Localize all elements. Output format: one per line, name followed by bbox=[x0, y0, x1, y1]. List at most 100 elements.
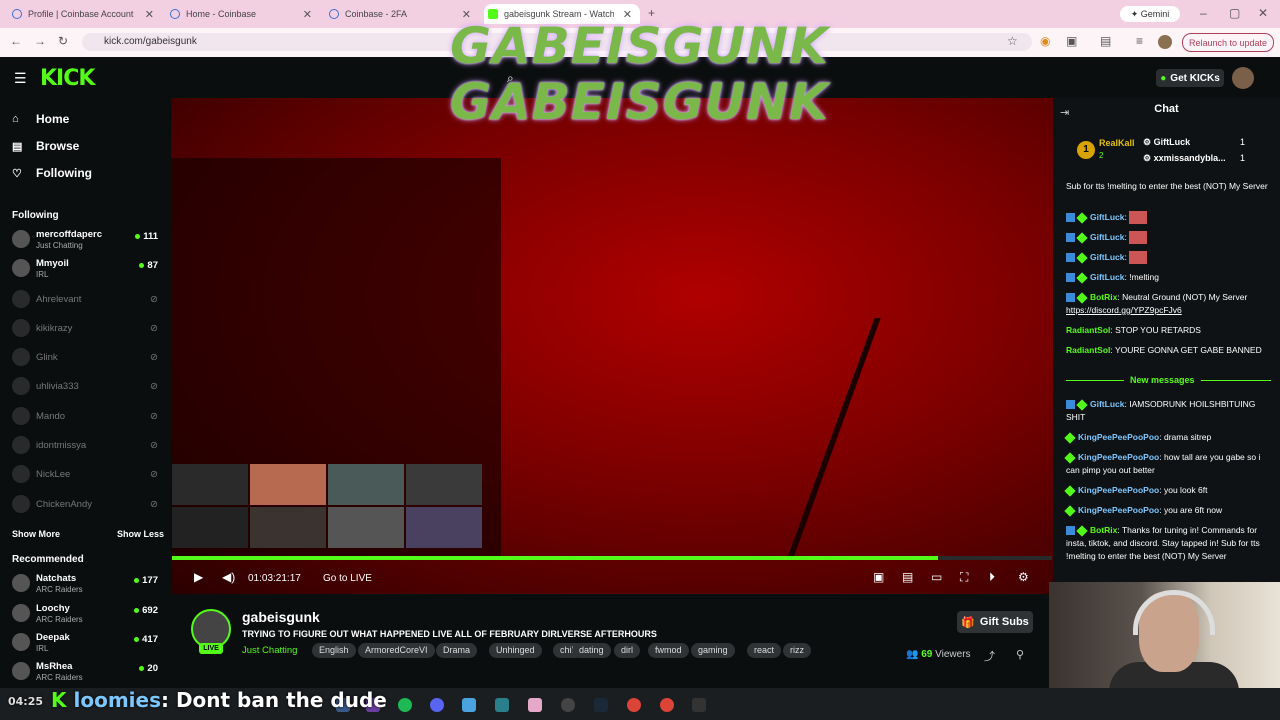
following-item[interactable]: idontmissya ⊘ bbox=[12, 433, 162, 459]
reload-icon[interactable]: ↻ bbox=[58, 34, 68, 48]
nav-home[interactable]: ⌂ Home bbox=[12, 112, 69, 126]
leaderboard-user[interactable]: ⚙ xxmissandybla... bbox=[1143, 153, 1226, 164]
recommended-item[interactable]: Deepak IRL 417 bbox=[12, 630, 162, 656]
chrome-icon[interactable] bbox=[528, 698, 542, 712]
leaderboard-top-user[interactable]: RealKall bbox=[1099, 138, 1135, 148]
stream-tag[interactable]: rizz bbox=[783, 643, 811, 658]
clip-icon[interactable]: ▣ bbox=[873, 570, 884, 584]
back-icon[interactable]: ← bbox=[10, 34, 22, 48]
avatar bbox=[12, 633, 30, 651]
maximize-icon[interactable]: ▢ bbox=[1229, 6, 1240, 20]
taskbar-app-icon[interactable] bbox=[462, 698, 476, 712]
following-item[interactable]: Mmyoil IRL 87 bbox=[12, 256, 162, 282]
discord-icon[interactable] bbox=[430, 698, 444, 712]
browse-icon: ▤ bbox=[12, 140, 23, 153]
headphones-icon bbox=[1133, 590, 1215, 635]
fullscreen-icon[interactable]: ⛶ bbox=[960, 570, 968, 585]
forward-icon[interactable]: → bbox=[34, 34, 46, 48]
chrome-icon[interactable] bbox=[627, 698, 641, 712]
show-more-button[interactable]: Show More bbox=[12, 529, 60, 539]
browser-tab-coinbase-profile[interactable]: Profile | Coinbase Account ✕ bbox=[12, 4, 162, 24]
recommended-item[interactable]: Natchats ARC Raiders 177 bbox=[12, 571, 162, 597]
live-dot-icon bbox=[134, 577, 140, 583]
caption-text: : Dont ban the dude bbox=[160, 688, 387, 712]
stream-tag[interactable]: Drama bbox=[436, 643, 478, 658]
stream-tag[interactable]: ArmoredCoreVI bbox=[358, 643, 435, 658]
chrome-icon[interactable] bbox=[660, 698, 674, 712]
chat-message: KingPeePeePooPoo: how tall are you gabe … bbox=[1064, 452, 1261, 475]
minimize-icon[interactable]: – bbox=[1200, 6, 1207, 20]
autoplay-icon[interactable]: ⏵ bbox=[989, 570, 995, 585]
recommended-item[interactable]: Loochy ARC Raiders 692 bbox=[12, 601, 162, 627]
settings-gear-icon[interactable]: ⚙ bbox=[1018, 570, 1029, 584]
following-item[interactable]: Mando ⊘ bbox=[12, 404, 162, 430]
chat-message: GiftLuck: IAMSODRUNK HOILSHBITUING SHIT bbox=[1066, 399, 1256, 422]
kick-icon: K bbox=[51, 688, 74, 712]
gift-subs-button[interactable]: 🎁 Gift Subs bbox=[957, 611, 1033, 633]
following-item[interactable]: kikikrazy ⊘ bbox=[12, 316, 162, 342]
chat-message: GiftLuck: bbox=[1066, 211, 1271, 225]
rss-icon[interactable]: ◉ bbox=[1040, 34, 1050, 48]
thumbnail bbox=[172, 507, 248, 548]
play-icon[interactable]: ▶ bbox=[194, 570, 203, 584]
recommended-item[interactable]: MsRhea ARC Raiders 20 bbox=[12, 659, 162, 685]
tab-search-icon[interactable]: ▤ bbox=[1100, 34, 1111, 48]
following-item[interactable]: Glink ⊘ bbox=[12, 345, 162, 371]
extensions-icon[interactable]: ▣ bbox=[1066, 34, 1077, 48]
gemini-button[interactable]: ✦ Gemini bbox=[1120, 6, 1180, 22]
taskbar-app-icon[interactable] bbox=[495, 698, 509, 712]
sub-badge-icon bbox=[1064, 485, 1076, 497]
following-item[interactable]: uhlivia333 ⊘ bbox=[12, 374, 162, 400]
chat-message: KingPeePeePooPoo: you look 6ft bbox=[1064, 484, 1271, 497]
close-window-icon[interactable]: ✕ bbox=[1258, 6, 1268, 20]
user-avatar[interactable] bbox=[1232, 67, 1254, 89]
stream-category[interactable]: Just Chatting bbox=[242, 645, 297, 656]
stream-tag[interactable]: English bbox=[312, 643, 356, 658]
close-tab-icon[interactable]: ✕ bbox=[303, 8, 312, 21]
theater-icon[interactable]: ▤ bbox=[902, 570, 913, 584]
channel-name[interactable]: gabeisgunk bbox=[242, 609, 320, 625]
stream-tag[interactable]: react bbox=[747, 643, 782, 658]
stream-tag[interactable]: Unhinged bbox=[489, 643, 542, 658]
stream-tag[interactable]: fwmod bbox=[648, 643, 689, 658]
share-icon[interactable]: ⤴ bbox=[984, 648, 995, 664]
following-item[interactable]: ChickenAndy ⊘ bbox=[12, 492, 162, 518]
show-less-button[interactable]: Show Less bbox=[117, 529, 164, 539]
close-tab-icon[interactable]: ✕ bbox=[145, 8, 154, 21]
chat-link[interactable]: https://discord.gg/YPZ9pcFJv6 bbox=[1066, 305, 1182, 315]
following-item[interactable]: mercoffdaperc Just Chatting 111 bbox=[12, 227, 162, 253]
nav-browse[interactable]: ▤ Browse bbox=[12, 139, 79, 153]
pip-icon[interactable]: ▭ bbox=[931, 570, 942, 584]
following-item[interactable]: Ahrelevant ⊘ bbox=[12, 287, 162, 313]
profile-avatar[interactable] bbox=[1158, 35, 1172, 49]
stream-tag[interactable]: dating bbox=[572, 643, 611, 658]
volume-icon[interactable]: ◀) bbox=[222, 570, 235, 584]
relaunch-button[interactable]: Relaunch to update bbox=[1182, 33, 1274, 52]
stream-tag[interactable]: gaming bbox=[691, 643, 735, 658]
browser-tab-coinbase-home[interactable]: Home - Coinbase ✕ bbox=[170, 4, 320, 24]
leaderboard-user[interactable]: ⚙ GiftLuck bbox=[1143, 137, 1190, 148]
sub-badge-icon bbox=[1064, 432, 1076, 444]
taskbar-app-icon[interactable] bbox=[561, 698, 575, 712]
nav-following[interactable]: ♡ Following bbox=[12, 166, 92, 180]
steam-icon[interactable] bbox=[594, 698, 608, 712]
spotify-icon[interactable] bbox=[398, 698, 412, 712]
chat-title: Chat bbox=[1154, 103, 1179, 115]
seek-bar[interactable] bbox=[172, 556, 1052, 560]
chat-message: GiftLuck: bbox=[1066, 251, 1271, 265]
follow-icon[interactable]: ⚲ bbox=[1016, 648, 1024, 661]
get-kicks-button[interactable]: ● Get KICKs bbox=[1156, 69, 1224, 87]
reading-list-icon[interactable]: ≡ bbox=[1136, 34, 1143, 48]
thumbnail bbox=[328, 464, 404, 505]
gift-icon: ⚙ bbox=[1143, 137, 1154, 147]
following-item[interactable]: NickLee ⊘ bbox=[12, 462, 162, 488]
terminal-icon[interactable] bbox=[692, 698, 706, 712]
sparkle-icon: ✦ bbox=[1130, 8, 1141, 19]
menu-icon[interactable]: ☰ bbox=[14, 70, 27, 87]
bookmark-star-icon[interactable]: ☆ bbox=[1007, 34, 1018, 48]
stream-tag[interactable]: dirl bbox=[614, 643, 641, 658]
video-tripod bbox=[787, 318, 1053, 558]
go-to-live-button[interactable]: Go to LIVE bbox=[323, 573, 372, 584]
leaderboard-count: 1 bbox=[1240, 153, 1246, 163]
kick-logo[interactable]: KICK bbox=[40, 66, 95, 91]
